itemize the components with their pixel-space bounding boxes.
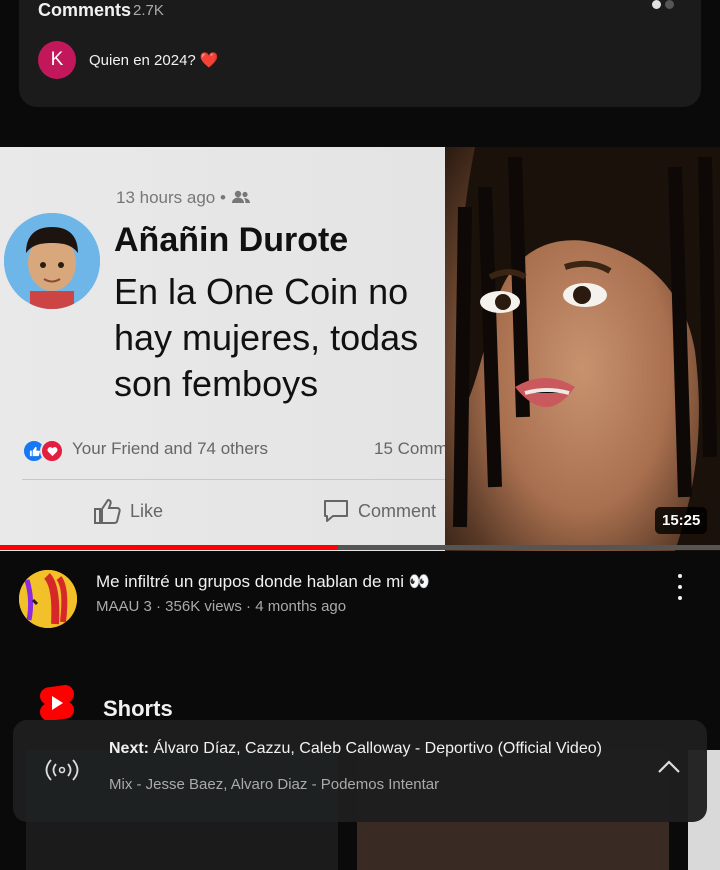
post-comment: Comment — [322, 497, 436, 525]
love-reaction-icon — [40, 439, 64, 463]
reactions-text: Your Friend and 74 others — [72, 439, 268, 458]
post-text: En la One Coin no hay mujeres, todas son… — [114, 269, 474, 407]
divider — [22, 479, 484, 480]
face-illustration — [453, 147, 720, 551]
comments-title: Comments — [38, 0, 132, 20]
child-portrait-icon — [4, 213, 100, 309]
post-line: hay mujeres, todas — [114, 317, 419, 358]
thumbs-up-icon — [94, 498, 121, 524]
post-time: 13 hours ago • — [116, 188, 251, 208]
poster-avatar — [4, 213, 100, 309]
video-thumbnail[interactable]: 13 hours ago • Añañin Durote En la One C… — [0, 147, 720, 551]
reaction-icons — [22, 439, 64, 463]
reaction-face-photo — [445, 147, 720, 551]
channel-avatar[interactable] — [19, 570, 77, 628]
radio-icon — [45, 759, 79, 781]
mix-title: Mix - Jesse Baez, Alvaro Diaz - Podemos … — [109, 776, 440, 793]
post-comment-label: Comment — [358, 500, 437, 521]
chevron-up-icon[interactable] — [656, 759, 682, 775]
comments-count: 2.7K — [133, 2, 164, 19]
shorts-section-title: Shorts — [103, 696, 173, 721]
friends-icon — [231, 190, 250, 203]
shorts-logo-icon — [40, 685, 74, 721]
post-like: Like — [92, 497, 163, 525]
next-prefix: Next: — [109, 740, 150, 757]
comment-text-row: Quien en 2024? ❤️ — [89, 51, 218, 69]
post-line: son femboys — [114, 363, 319, 404]
next-title: Álvaro Díaz, Cazzu, Caleb Calloway - Dep… — [153, 740, 602, 757]
carousel-dots — [652, 0, 674, 9]
poster-name: Añañin Durote — [114, 221, 349, 259]
more-vert-icon[interactable] — [668, 572, 692, 602]
watch-progress-fill — [0, 545, 339, 550]
next-up-bar[interactable] — [13, 720, 707, 822]
video-title[interactable]: Me infiltré un grupos donde hablan de mi… — [96, 572, 430, 592]
carousel-dot — [665, 0, 674, 9]
video-meta: MAAU 3 · 356K views · 4 months ago — [96, 598, 347, 615]
commenter-avatar: K — [38, 41, 76, 79]
post-like-label: Like — [130, 500, 164, 521]
duration-badge: 15:25 — [655, 507, 708, 534]
post-line: En la One Coin no — [114, 271, 409, 312]
channel-logo-icon — [19, 570, 77, 628]
post-time-text: 13 hours ago • — [116, 188, 226, 207]
next-up-text: Next: Álvaro Díaz, Cazzu, Caleb Calloway… — [109, 740, 602, 758]
heart-emoji: ❤️ — [199, 52, 219, 69]
comment-icon — [324, 500, 348, 522]
comment-text: Quien en 2024? — [89, 52, 196, 69]
carousel-dot-active — [652, 0, 661, 9]
